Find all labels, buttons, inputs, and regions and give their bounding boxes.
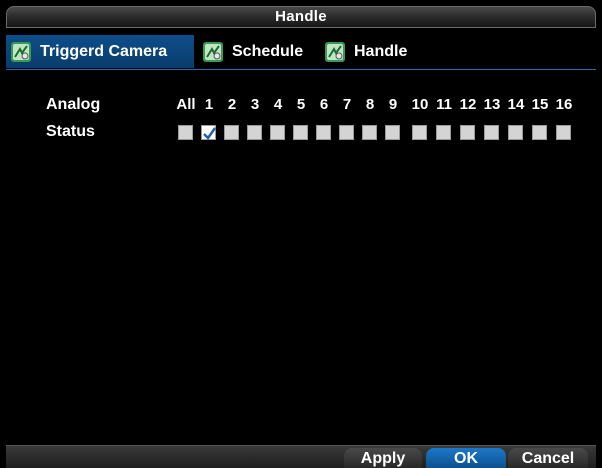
tab-handle[interactable]: Handle — [320, 35, 430, 68]
config-icon — [10, 41, 32, 63]
camera-column-15: 15 — [531, 96, 549, 113]
camera-12-checkbox[interactable] — [460, 125, 475, 140]
select-all-checkbox[interactable] — [178, 125, 193, 140]
camera-4-checkbox[interactable] — [270, 125, 285, 140]
camera-column-5: 5 — [296, 96, 306, 113]
camera-column-6: 6 — [319, 96, 329, 113]
camera-column-3: 3 — [250, 96, 260, 113]
camera-column-all: All — [176, 96, 196, 113]
tab-label: Triggerd Camera — [40, 42, 168, 60]
camera-selection-panel: Analog Status All 1 2 3 4 5 6 7 8 9 10 11 12 13 14 15 16 — [6, 70, 596, 445]
camera-1-checkbox[interactable] — [201, 125, 216, 140]
camera-5-checkbox[interactable] — [293, 125, 308, 140]
camera-column-1: 1 — [204, 96, 214, 113]
tab-label: Handle — [354, 42, 408, 60]
camera-column-13: 13 — [483, 96, 501, 113]
status-label: Status — [46, 123, 95, 140]
camera-11-checkbox[interactable] — [436, 125, 451, 140]
camera-13-checkbox[interactable] — [484, 125, 499, 140]
checkmark-icon — [203, 127, 216, 140]
camera-column-11: 11 — [436, 96, 452, 113]
camera-column-2: 2 — [227, 96, 237, 113]
camera-column-8: 8 — [365, 96, 375, 113]
camera-9-checkbox[interactable] — [385, 125, 400, 140]
dialog-title: Handle — [275, 8, 327, 25]
config-icon — [324, 41, 346, 63]
tab-triggered-camera[interactable]: Triggerd Camera — [6, 35, 194, 68]
camera-8-checkbox[interactable] — [362, 125, 377, 140]
camera-14-checkbox[interactable] — [508, 125, 523, 140]
camera-column-7: 7 — [342, 96, 352, 113]
camera-column-9: 9 — [388, 96, 398, 113]
ok-button[interactable]: OK — [426, 448, 506, 468]
camera-column-12: 12 — [459, 96, 477, 113]
dialog-title-bar: Handle — [6, 6, 596, 28]
camera-6-checkbox[interactable] — [316, 125, 331, 140]
camera-15-checkbox[interactable] — [532, 125, 547, 140]
handle-dialog: Handle Triggerd Camera Schedule Handle A… — [0, 0, 602, 468]
camera-column-14: 14 — [507, 96, 525, 113]
camera-column-4: 4 — [273, 96, 283, 113]
camera-2-checkbox[interactable] — [224, 125, 239, 140]
button-bar: Apply OK Cancel — [6, 445, 596, 468]
analog-label: Analog — [46, 96, 101, 113]
camera-column-16: 16 — [555, 96, 573, 113]
apply-button[interactable]: Apply — [344, 448, 422, 468]
cancel-button[interactable]: Cancel — [508, 448, 588, 468]
tab-label: Schedule — [232, 42, 304, 60]
tab-schedule[interactable]: Schedule — [198, 35, 318, 68]
camera-column-10: 10 — [411, 96, 429, 113]
tab-strip: Triggerd Camera Schedule Handle — [6, 32, 596, 70]
camera-3-checkbox[interactable] — [247, 125, 262, 140]
config-icon — [202, 41, 224, 63]
camera-7-checkbox[interactable] — [339, 125, 354, 140]
camera-16-checkbox[interactable] — [556, 125, 571, 140]
camera-10-checkbox[interactable] — [412, 125, 427, 140]
